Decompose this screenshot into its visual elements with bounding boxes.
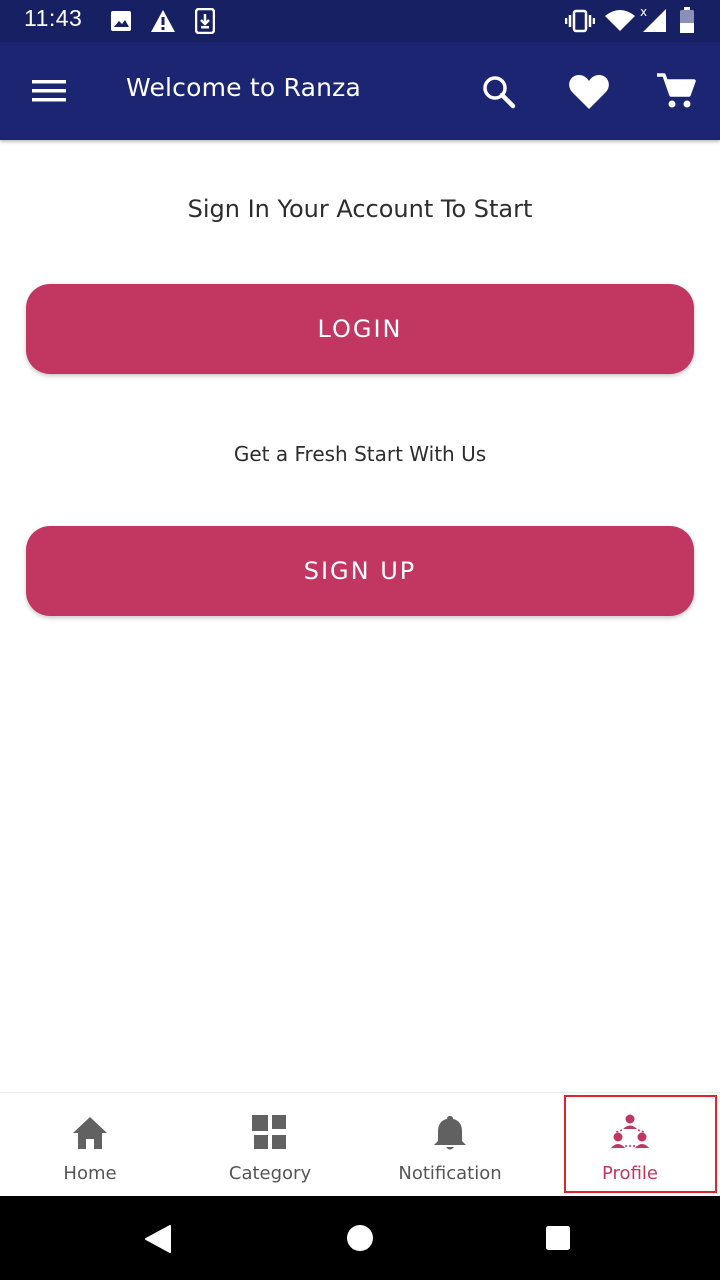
nav-item-home[interactable]: Home — [0, 1093, 180, 1197]
recents-icon[interactable] — [545, 1225, 571, 1251]
category-icon — [252, 1115, 286, 1149]
bottom-nav: Home Category Notification Profile — [0, 1092, 720, 1197]
search-icon[interactable] — [482, 75, 516, 109]
wifi-icon — [605, 10, 635, 31]
nav-label-home: Home — [63, 1163, 117, 1184]
nav-item-profile[interactable]: Profile — [540, 1093, 720, 1197]
signal-icon: x — [640, 5, 666, 32]
download-icon — [195, 8, 215, 34]
profile-icon — [611, 1114, 649, 1148]
heart-icon[interactable] — [568, 74, 610, 110]
system-nav-bar — [0, 1196, 720, 1280]
nav-label-profile: Profile — [602, 1163, 658, 1184]
nav-label-category: Category — [228, 1163, 312, 1184]
status-bar: 11:43 x — [0, 0, 720, 42]
back-icon[interactable] — [144, 1224, 172, 1254]
fresh-start-text: Get a Fresh Start With Us — [233, 442, 487, 466]
status-time: 11:43 — [24, 5, 83, 31]
cart-icon[interactable] — [656, 72, 696, 110]
login-button[interactable]: LOGIN — [26, 284, 694, 374]
menu-icon[interactable] — [32, 78, 66, 104]
bell-icon — [434, 1116, 466, 1150]
signup-button[interactable]: SIGN UP — [26, 526, 694, 616]
app-bar: Welcome to Ranza — [0, 42, 720, 140]
nav-item-category[interactable]: Category — [180, 1093, 360, 1197]
nav-item-notification[interactable]: Notification — [360, 1093, 540, 1197]
battery-icon — [680, 7, 694, 33]
vibrate-icon — [565, 9, 595, 33]
nav-label-notification: Notification — [398, 1163, 502, 1184]
app-title: Welcome to Ranza — [126, 73, 361, 102]
home-icon — [73, 1117, 107, 1149]
home-circle-icon[interactable] — [346, 1224, 374, 1252]
sign-in-heading: Sign In Your Account To Start — [187, 195, 533, 223]
warning-icon — [151, 10, 175, 32]
svg-text:x: x — [640, 5, 647, 19]
image-icon — [111, 11, 131, 31]
